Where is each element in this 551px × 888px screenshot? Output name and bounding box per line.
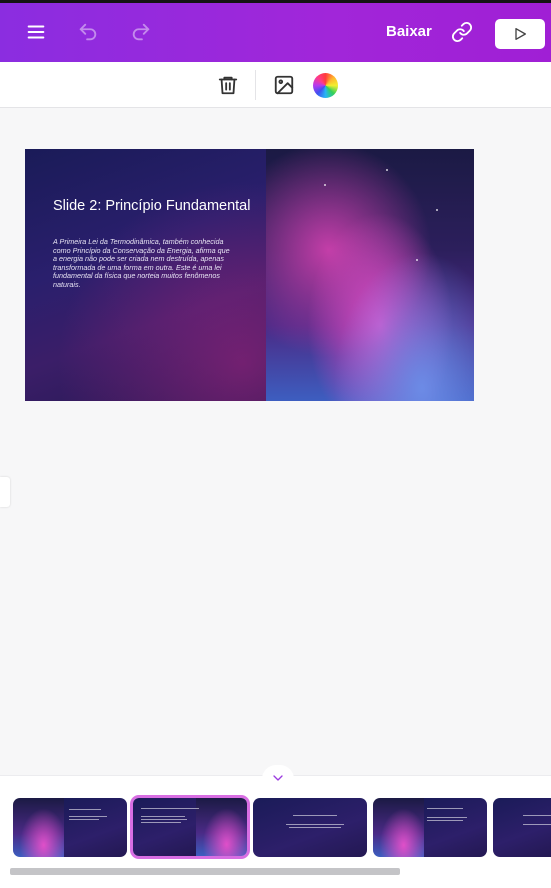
image-icon[interactable] xyxy=(271,72,297,98)
thumbnail-scrollbar[interactable] xyxy=(10,868,400,875)
slide-body-text[interactable]: A Primeira Lei da Termodinâmica, também … xyxy=(53,237,233,289)
undo-icon[interactable] xyxy=(76,20,100,44)
slide-thumbnail-1[interactable] xyxy=(13,798,127,857)
link-icon[interactable] xyxy=(450,20,474,44)
color-wheel-icon[interactable] xyxy=(313,73,338,98)
slide-title[interactable]: Slide 2: Princípio Fundamental xyxy=(53,199,253,214)
download-button[interactable]: Baixar xyxy=(386,23,432,40)
chevron-down-icon[interactable] xyxy=(262,765,294,791)
edit-toolbar xyxy=(0,62,551,108)
slide-image[interactable] xyxy=(266,149,474,401)
present-button[interactable] xyxy=(495,19,545,49)
slide-thumbnail-2[interactable] xyxy=(130,795,250,859)
play-icon xyxy=(515,28,526,40)
top-bar: Baixar xyxy=(0,0,551,62)
side-panel-handle[interactable] xyxy=(0,477,10,507)
slide-thumbnail-4[interactable] xyxy=(373,798,487,857)
menu-icon[interactable] xyxy=(24,20,48,44)
trash-icon[interactable] xyxy=(215,72,241,98)
redo-icon[interactable] xyxy=(129,20,153,44)
slide-thumbnail-3[interactable] xyxy=(253,798,367,857)
slide-canvas[interactable]: Slide 2: Princípio Fundamental A Primeir… xyxy=(25,149,474,401)
slide-thumbnail-5[interactable] xyxy=(493,798,551,857)
toolbar-divider xyxy=(255,70,256,100)
